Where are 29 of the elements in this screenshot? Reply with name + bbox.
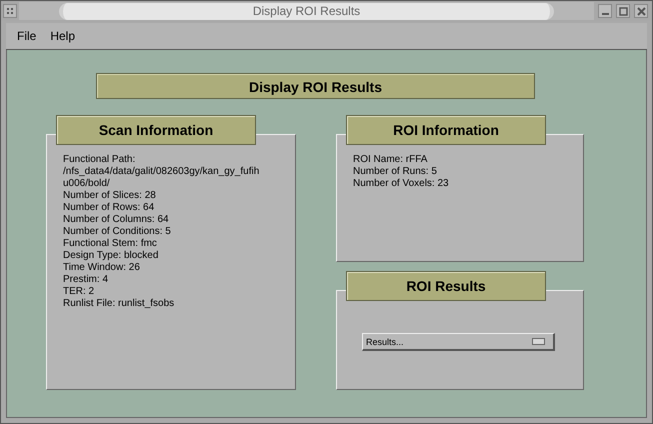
info-text: Number of Slices: 28 bbox=[63, 190, 157, 202]
menu-item[interactable]: File bbox=[17, 29, 36, 43]
panel-header: ROI Results bbox=[346, 271, 546, 301]
minimize-icon[interactable] bbox=[598, 4, 612, 18]
info-text: ROI Name: rFFA bbox=[353, 154, 428, 166]
window-title: Display ROI Results bbox=[59, 2, 554, 20]
info-text: Design Type: blocked bbox=[63, 250, 160, 262]
results-dropdown[interactable]: Results... bbox=[362, 333, 555, 351]
info-text: TER: 2 bbox=[63, 286, 96, 298]
info-text: Number of Runs: 5 bbox=[353, 166, 438, 178]
info-text: Number of Voxels: 23 bbox=[353, 178, 450, 190]
option-menu-icon bbox=[532, 338, 545, 345]
panel-header: ROI Information bbox=[346, 115, 546, 145]
info-text: Functional Path: bbox=[63, 154, 136, 166]
info-text: Number of Rows: 64 bbox=[63, 202, 156, 214]
info-text: u006/bold/ bbox=[63, 178, 111, 190]
banner-title: Display ROI Results bbox=[96, 73, 535, 99]
window-menu-icon[interactable] bbox=[3, 4, 17, 18]
close-icon[interactable] bbox=[634, 4, 648, 18]
info-text: Number of Columns: 64 bbox=[63, 214, 170, 226]
info-text: /nfs_data4/data/galit/082603gy/kan_gy_fufih bbox=[63, 166, 260, 178]
info-text: Prestim: 4 bbox=[63, 274, 110, 286]
info-text: Runlist File: runlist_fsobs bbox=[63, 298, 176, 310]
info-text: Functional Stem: fmc bbox=[63, 238, 158, 250]
info-text: Number of Conditions: 5 bbox=[63, 226, 172, 238]
panel-header: Scan Information bbox=[56, 115, 256, 145]
maximize-icon[interactable] bbox=[616, 4, 630, 18]
info-text: Time Window: 26 bbox=[63, 262, 141, 274]
menu-item[interactable]: Help bbox=[50, 29, 76, 43]
